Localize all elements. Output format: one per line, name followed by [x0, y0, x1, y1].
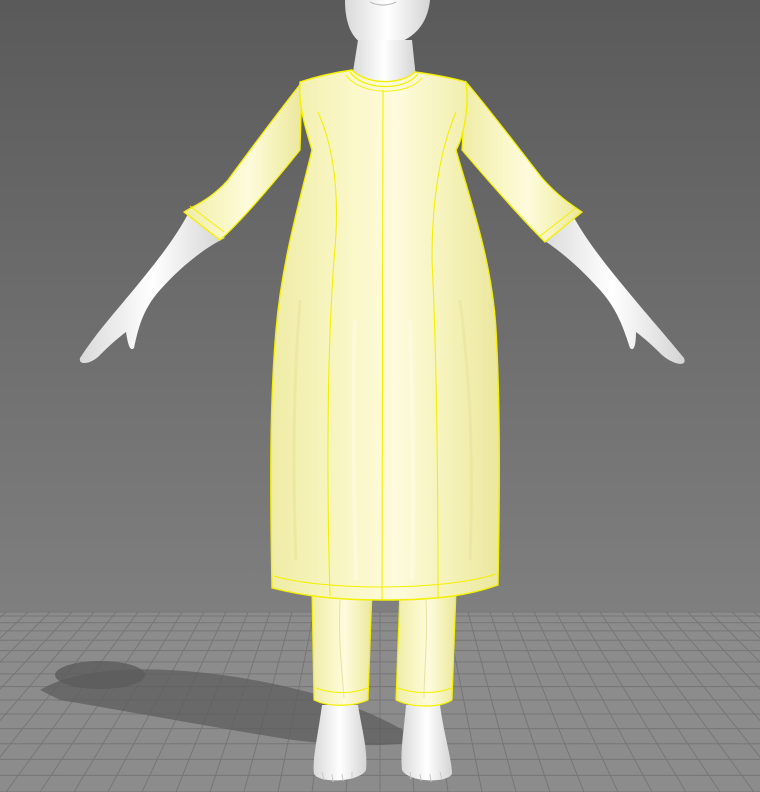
3d-viewport[interactable]	[0, 0, 760, 792]
avatar-left-foot	[313, 705, 367, 781]
trouser-left-leg	[311, 589, 373, 706]
scene-canvas[interactable]	[0, 0, 760, 792]
